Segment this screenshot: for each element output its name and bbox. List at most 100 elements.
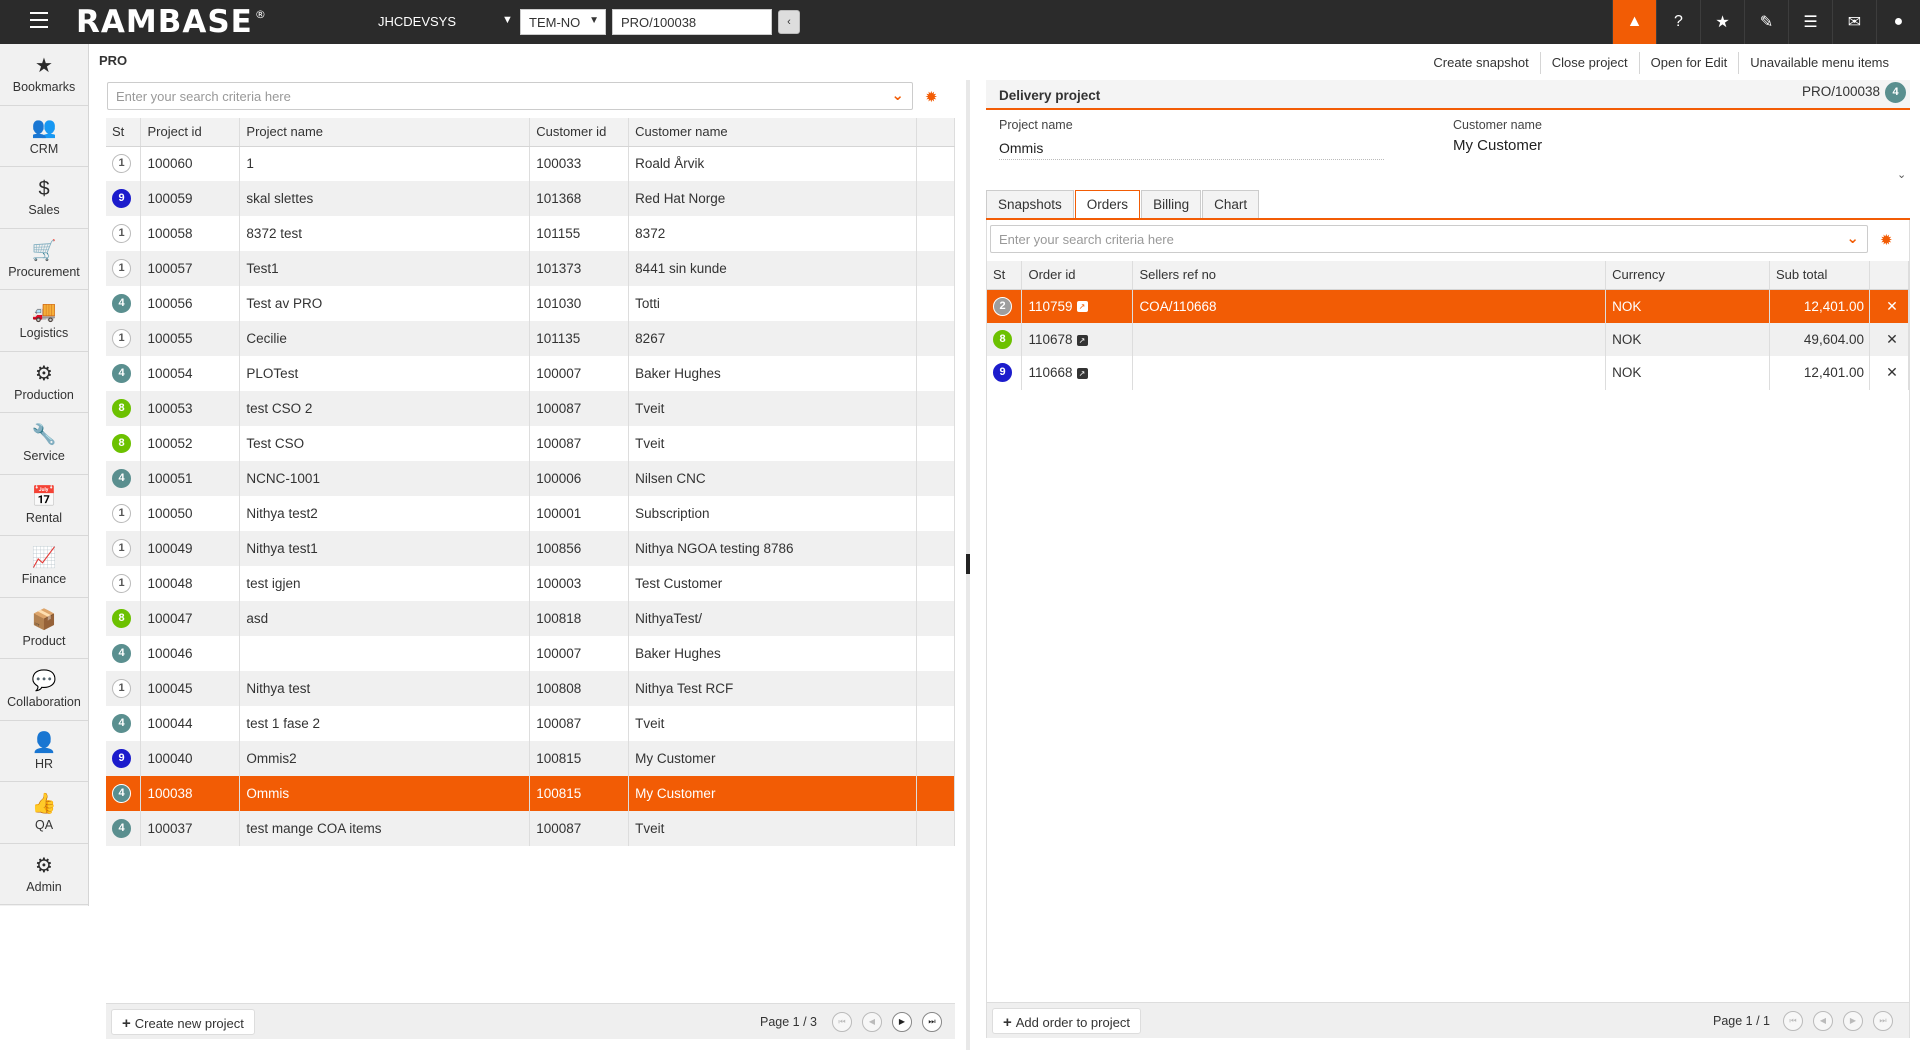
col-header-sub-total[interactable]: Sub total	[1769, 261, 1870, 290]
order-id-link[interactable]: 110668	[1028, 365, 1072, 380]
menu-item-open-for-edit[interactable]: Open for Edit	[1638, 52, 1739, 74]
first-page-icon[interactable]: ⏮	[832, 1012, 852, 1032]
expand-icon[interactable]: ⌄	[1897, 168, 1906, 181]
remove-order-icon[interactable]: ✕	[1869, 356, 1910, 390]
table-row[interactable]: 4 100044 test 1 fase 2 100087 Tveit	[106, 706, 955, 741]
menu-item-create-snapshot[interactable]: Create snapshot	[1422, 52, 1539, 74]
remove-order-icon[interactable]: ✕	[1869, 322, 1910, 356]
help-icon[interactable]: ?	[1656, 0, 1700, 44]
table-row[interactable]: 9 110668 ↗ NOK 12,401.00 ✕	[987, 356, 1910, 390]
sidebar-item-service[interactable]: 🔧 Service	[0, 413, 88, 475]
project-name-field[interactable]: Ommis	[999, 140, 1384, 160]
col-header-customer-name[interactable]: Customer name	[628, 118, 918, 147]
last-page-icon[interactable]: ⏭	[1873, 1011, 1893, 1031]
order-id-cell[interactable]: 110668 ↗	[1021, 356, 1134, 390]
paperclip-icon[interactable]: ✎	[1744, 0, 1788, 44]
table-row[interactable]: 2 110759 ↗ COA/110668 NOK 12,401.00 ✕	[987, 289, 1910, 323]
splitter-handle[interactable]	[966, 554, 970, 574]
tab-billing[interactable]: Billing	[1141, 190, 1202, 218]
col-header-customer-id[interactable]: Customer id	[529, 118, 630, 147]
sidebar-item-finance[interactable]: 📈 Finance	[0, 536, 88, 598]
mail-icon[interactable]: ✉	[1832, 0, 1876, 44]
remove-order-icon[interactable]: ✕	[1869, 289, 1910, 323]
chevron-down-icon[interactable]: ⌄	[891, 86, 904, 104]
table-row[interactable]: 8 100052 Test CSO 100087 Tveit	[106, 426, 955, 461]
chevron-down-icon[interactable]: ⌄	[1846, 229, 1859, 247]
sidebar-item-rental[interactable]: 📅 Rental	[0, 475, 88, 536]
list-icon[interactable]: ☰	[1788, 0, 1832, 44]
project-search-input[interactable]: Enter your search criteria here ⌄	[107, 82, 913, 110]
system-dropdown-icon[interactable]: ▼	[502, 14, 513, 26]
table-row[interactable]: 4 100046 100007 Baker Hughes	[106, 636, 955, 671]
table-row[interactable]: 8 100047 asd 100818 NithyaTest/	[106, 601, 955, 636]
table-row[interactable]: 4 100054 PLOTest 100007 Baker Hughes	[106, 356, 955, 391]
col-header-st[interactable]: St	[987, 261, 1023, 290]
table-row[interactable]: 1 100057 Test1 101373 8441 sin kunde	[106, 251, 955, 286]
sidebar-item-logistics[interactable]: 🚚 Logistics	[0, 290, 88, 352]
col-header-project-name[interactable]: Project name	[239, 118, 531, 147]
tab-orders[interactable]: Orders	[1074, 190, 1141, 220]
tab-chart[interactable]: Chart	[1202, 190, 1260, 218]
col-header-order-id[interactable]: Order id	[1021, 261, 1134, 290]
hamburger-menu-icon[interactable]	[30, 12, 48, 30]
col-header-currency[interactable]: Currency	[1605, 261, 1771, 290]
col-header-st[interactable]: St	[106, 118, 142, 147]
table-row[interactable]: 1 100045 Nithya test 100808 Nithya Test RCF	[106, 671, 955, 706]
table-row[interactable]: 8 110678 ↗ NOK 49,604.00 ✕	[987, 322, 1910, 356]
external-link-icon[interactable]: ↗	[1076, 301, 1088, 313]
table-row[interactable]: 4 100051 NCNC-1001 100006 Nilsen CNC	[106, 461, 955, 496]
external-link-icon[interactable]: ↗	[1076, 334, 1088, 346]
add-order-to-project-button[interactable]: + Add order to project	[992, 1008, 1141, 1034]
company-select[interactable]: TEM-NO ▼	[520, 9, 606, 35]
prev-page-icon[interactable]: ◀	[1813, 1011, 1833, 1031]
table-row[interactable]: 1 100060 1 100033 Roald Årvik	[106, 146, 955, 181]
table-row[interactable]: 4 100056 Test av PRO 101030 Totti	[106, 286, 955, 321]
gear-icon[interactable]: ✹	[925, 88, 938, 106]
sidebar-item-production[interactable]: ⚙ Production	[0, 352, 88, 413]
sidebar-item-collaboration[interactable]: 💬 Collaboration	[0, 659, 88, 721]
table-row[interactable]: 9 100059 skal slettes 101368 Red Hat Norge	[106, 181, 955, 216]
order-id-cell[interactable]: 110678 ↗	[1021, 322, 1134, 356]
user-icon[interactable]: ●	[1876, 0, 1920, 44]
next-page-icon[interactable]: ▶	[1843, 1011, 1863, 1031]
sidebar-item-qa[interactable]: 👍 QA	[0, 782, 88, 844]
sidebar-item-bookmarks[interactable]: ★ Bookmarks	[0, 44, 88, 106]
table-row[interactable]: 1 100058 8372 test 101155 8372	[106, 216, 955, 251]
alert-icon[interactable]: ▲	[1612, 0, 1656, 44]
last-page-icon[interactable]: ⏭	[922, 1012, 942, 1032]
table-row[interactable]: 1 100050 Nithya test2 100001 Subscription	[106, 496, 955, 531]
table-row[interactable]: 1 100049 Nithya test1 100856 Nithya NGOA tes…	[106, 531, 955, 566]
rambase-logo[interactable]: RAMBASE ®	[76, 4, 267, 40]
col-header-project-id[interactable]: Project id	[140, 118, 241, 147]
goto-input[interactable]: PRO/100038	[612, 9, 772, 35]
order-id-link[interactable]: 110759	[1028, 299, 1072, 314]
order-id-cell[interactable]: 110759 ↗	[1021, 289, 1134, 323]
prev-page-icon[interactable]: ◀	[862, 1012, 882, 1032]
col-header-sellers-ref-no[interactable]: Sellers ref no	[1132, 261, 1607, 290]
create-new-project-button[interactable]: + Create new project	[111, 1009, 255, 1035]
table-row[interactable]: 8 100053 test CSO 2 100087 Tveit	[106, 391, 955, 426]
order-id-link[interactable]: 110678	[1028, 332, 1072, 347]
menu-item-unavailable-menu-items[interactable]: Unavailable menu items	[1738, 52, 1900, 74]
tab-snapshots[interactable]: Snapshots	[986, 190, 1074, 218]
table-row[interactable]: 1 100048 test igjen 100003 Test Customer	[106, 566, 955, 601]
table-row[interactable]: 9 100040 Ommis2 100815 My Customer	[106, 741, 955, 776]
star-icon[interactable]: ★	[1700, 0, 1744, 44]
menu-item-close-project[interactable]: Close project	[1539, 52, 1639, 74]
table-row[interactable]: 4 100038 Ommis 100815 My Customer	[106, 776, 955, 811]
sidebar-item-sales[interactable]: $ Sales	[0, 167, 88, 229]
customer-name-value[interactable]: My Customer	[1453, 137, 1542, 154]
gear-icon[interactable]: ✹	[1880, 231, 1893, 249]
next-page-icon[interactable]: ▶	[892, 1012, 912, 1032]
sidebar-item-product[interactable]: 📦 Product	[0, 598, 88, 659]
sidebar-item-procurement[interactable]: 🛒 Procurement	[0, 229, 88, 290]
table-row[interactable]: 1 100055 Cecilie 101135 8267	[106, 321, 955, 356]
system-name[interactable]: JHCDEVSYS	[378, 14, 456, 29]
first-page-icon[interactable]: ⏮	[1783, 1011, 1803, 1031]
orders-search-input[interactable]: Enter your search criteria here ⌄	[990, 225, 1868, 253]
sidebar-item-hr[interactable]: 👤 HR	[0, 721, 88, 782]
panel-splitter[interactable]	[966, 80, 970, 1050]
back-button[interactable]: ‹	[778, 10, 800, 34]
external-link-icon[interactable]: ↗	[1076, 368, 1088, 380]
table-row[interactable]: 4 100037 test mange COA items 100087 Tveit	[106, 811, 955, 846]
